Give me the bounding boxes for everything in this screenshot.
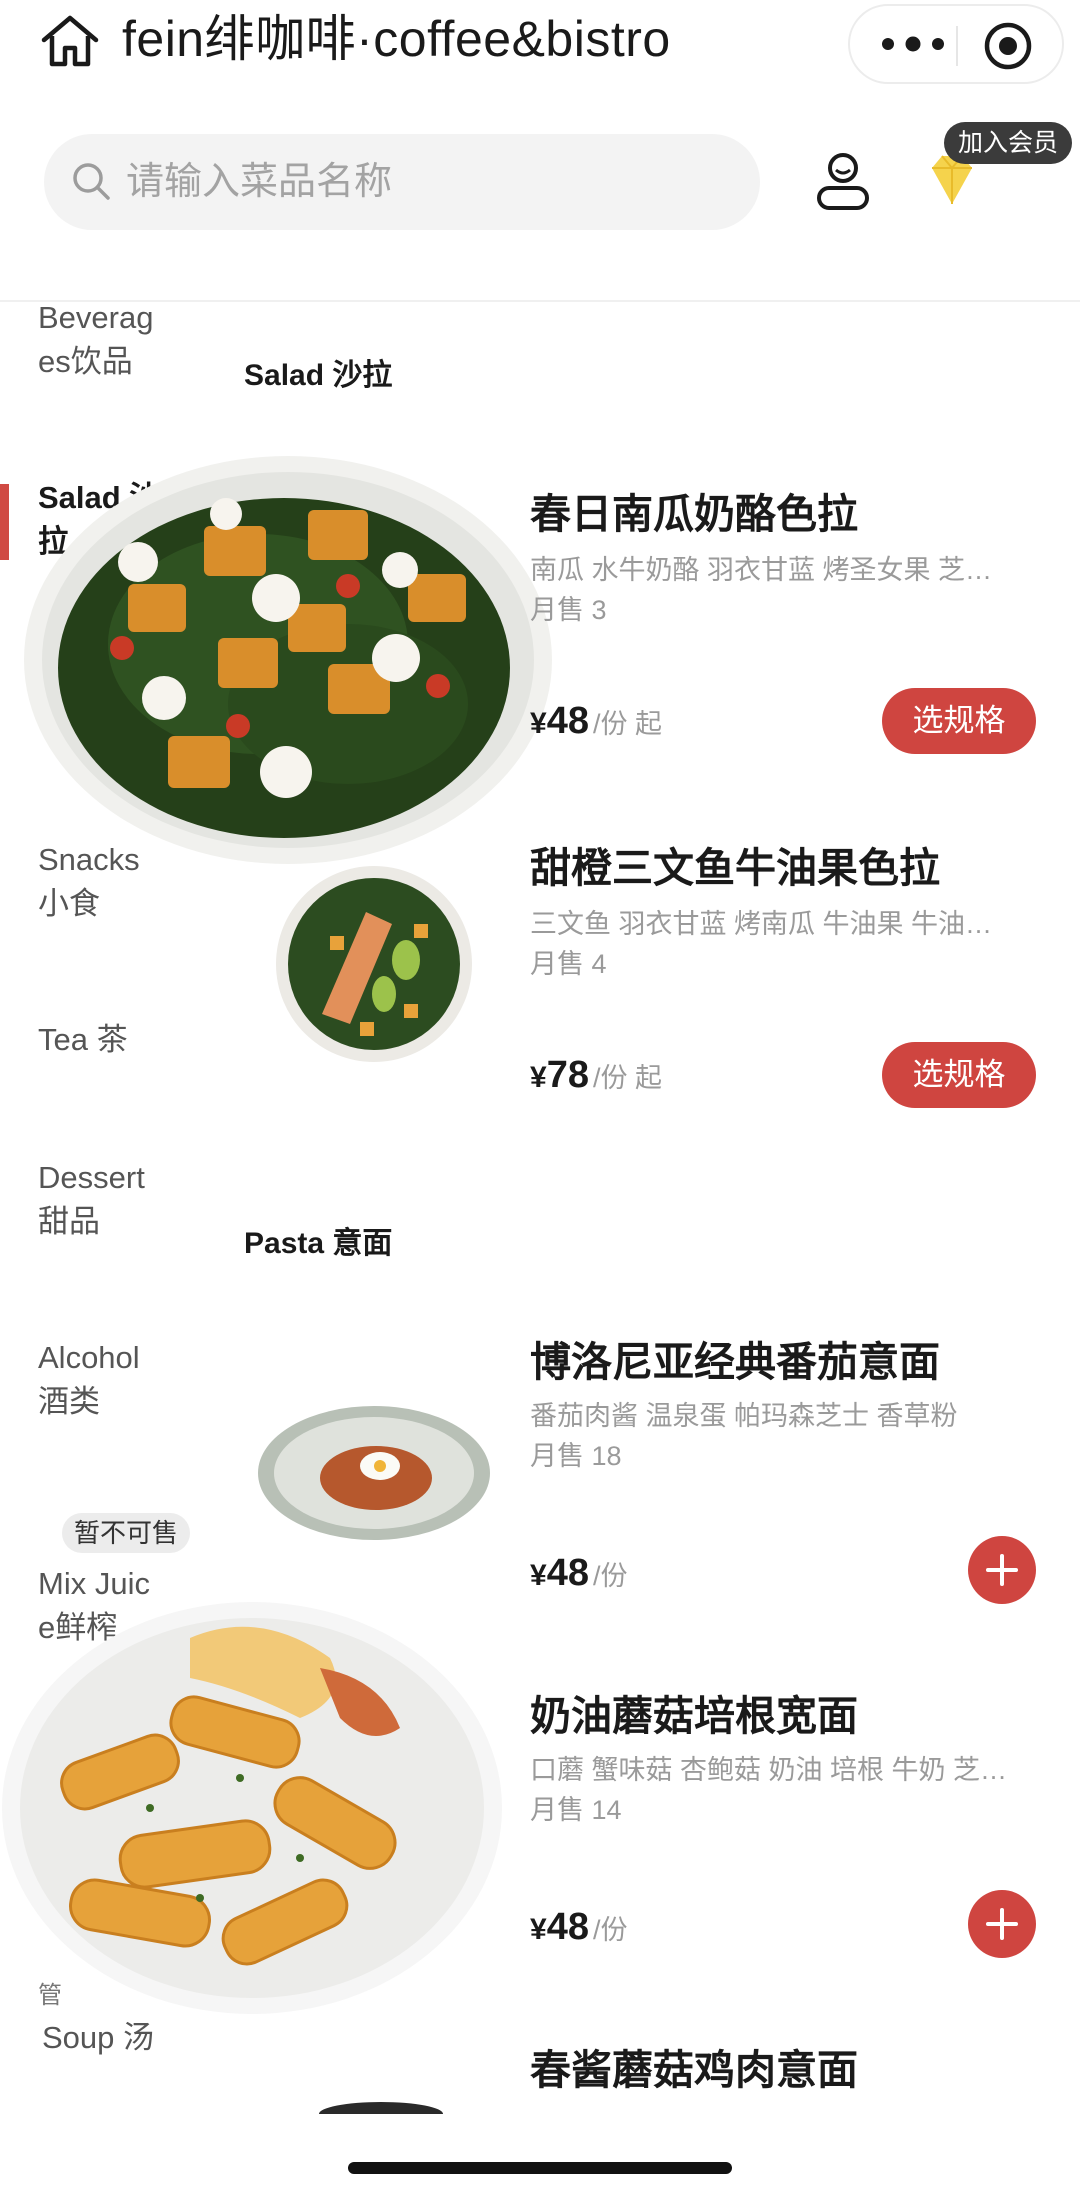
dish-photo-pumpkin-salad[interactable] <box>18 454 558 874</box>
user-profile-icon[interactable] <box>812 148 874 214</box>
currency-symbol: ¥ <box>530 1061 547 1094</box>
price-amount: 48 <box>546 1552 589 1594</box>
mini-program-capsule <box>848 4 1064 84</box>
capsule-divider <box>956 26 958 66</box>
dish-photo-cream-mushroom-pasta[interactable] <box>0 1598 504 2018</box>
dish-description: 南瓜 水牛奶酪 羽衣甘蓝 烤圣女果 芝… <box>530 555 993 585</box>
price-amount: 48 <box>546 1906 589 1948</box>
dish-name[interactable]: 春日南瓜奶酪色拉 <box>530 480 858 540</box>
currency-symbol: ¥ <box>530 1559 547 1592</box>
choose-spec-button[interactable]: 选规格 <box>882 1042 1036 1108</box>
dish-monthly-sales: 月售 4 <box>530 949 607 979</box>
category-beverages[interactable]: Beverag es饮品 <box>38 296 153 384</box>
dish-price: ¥48/份 <box>530 1552 627 1595</box>
price-unit: /份 起 <box>592 1063 662 1093</box>
search-placeholder: 请输入菜品名称 <box>126 161 393 203</box>
app-title: fein绯咖啡·coffee&bistro <box>122 11 671 67</box>
dish-price: ¥48/份 <box>530 1906 627 1949</box>
dish-photo-salmon-salad[interactable] <box>274 864 474 1064</box>
choose-spec-button[interactable]: 选规格 <box>882 688 1036 754</box>
price-amount: 78 <box>546 1054 589 1096</box>
dish-price: ¥78/份 起 <box>530 1054 662 1097</box>
price-unit: /份 <box>592 1561 628 1591</box>
price-unit: /份 <box>592 1915 628 1945</box>
dish-name[interactable]: 春酱蘑菇鸡肉意面 <box>530 2036 858 2096</box>
price-amount: 48 <box>546 700 589 742</box>
dish-description: 番茄肉酱 温泉蛋 帕玛森芝士 香草粉 <box>530 1401 958 1431</box>
category-tea[interactable]: Tea 茶 <box>38 1018 128 1062</box>
home-indicator <box>348 2162 732 2174</box>
sold-out-badge: 暂不可售 <box>62 1513 191 1553</box>
join-membership-tag[interactable]: 加入会员 <box>944 122 1073 164</box>
add-to-cart-icon[interactable] <box>968 1890 1036 1958</box>
home-icon[interactable] <box>38 12 102 68</box>
dish-photo-bolognese[interactable] <box>256 1404 492 1542</box>
dish-name[interactable]: 奶油蘑菇培根宽面 <box>530 1682 858 1742</box>
price-unit: /份 起 <box>592 709 662 739</box>
more-options-icon[interactable] <box>876 24 950 64</box>
header-divider <box>0 300 1080 302</box>
search-icon <box>73 163 110 200</box>
dish-description: 三文鱼 羽衣甘蓝 烤南瓜 牛油果 牛油… <box>530 909 993 939</box>
add-to-cart-icon[interactable] <box>968 1536 1036 1604</box>
close-mini-program-icon[interactable] <box>982 20 1034 72</box>
active-category-indicator <box>0 484 9 560</box>
dish-name[interactable]: 博洛尼亚经典番茄意面 <box>530 1328 940 1388</box>
top-navigation-bar: fein绯咖啡·coffee&bistro <box>0 0 1080 88</box>
dish-monthly-sales: 月售 3 <box>530 595 607 625</box>
dish-description: 口蘑 蟹味菇 杏鲍菇 奶油 培根 牛奶 芝… <box>530 1755 1008 1785</box>
dish-search-input[interactable]: 请输入菜品名称 <box>44 134 760 230</box>
dish-monthly-sales: 月售 14 <box>530 1795 622 1825</box>
dish-monthly-sales: 月售 18 <box>530 1441 622 1471</box>
category-alcohol[interactable]: Alcohol 酒类 <box>38 1336 140 1424</box>
section-title-salad: Salad 沙拉 <box>244 359 393 392</box>
section-title-pasta: Pasta 意面 <box>244 1227 393 1260</box>
dish-price: ¥48/份 起 <box>530 700 662 743</box>
category-dessert[interactable]: Dessert 甜品 <box>38 1156 145 1244</box>
currency-symbol: ¥ <box>530 1913 547 1946</box>
dish-photo-chicken-pasta-partial[interactable] <box>316 2100 446 2114</box>
currency-symbol: ¥ <box>530 707 547 740</box>
dish-name[interactable]: 甜橙三文鱼牛油果色拉 <box>530 834 940 894</box>
category-soup[interactable]: Soup 汤 <box>42 2016 154 2060</box>
